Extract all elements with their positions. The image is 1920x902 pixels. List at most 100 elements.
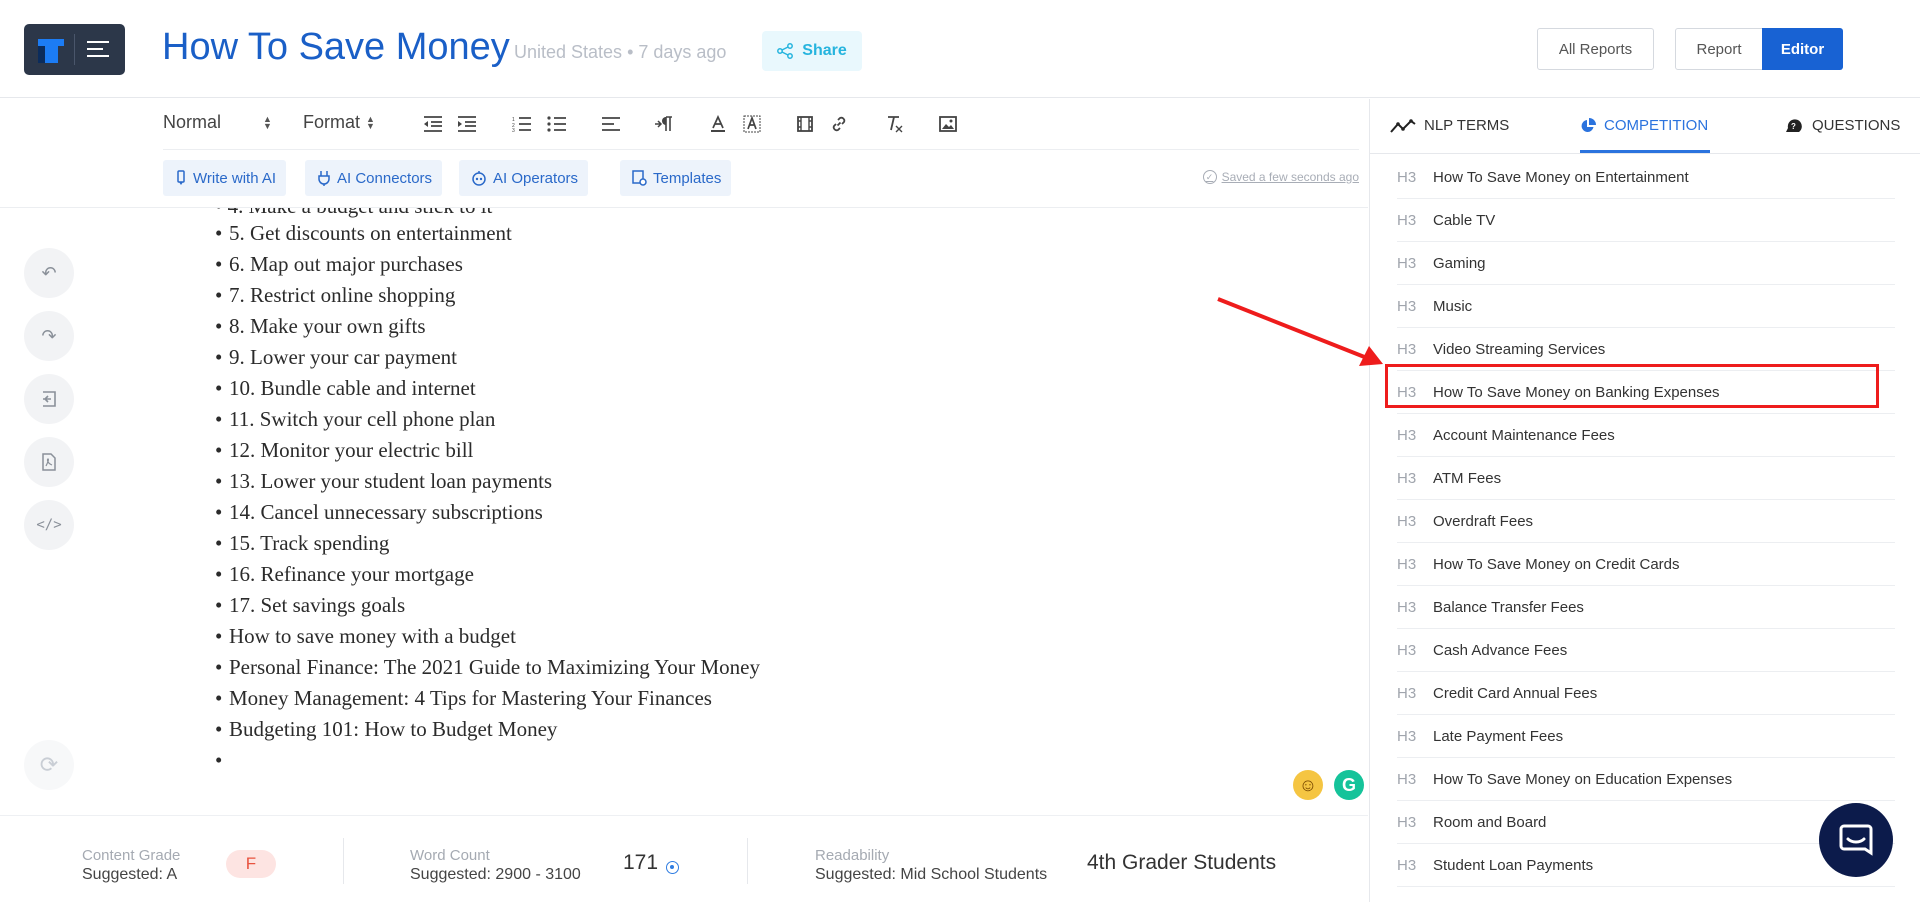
editor-button[interactable]: Editor: [1762, 28, 1843, 70]
grammarly-icon[interactable]: G: [1334, 770, 1364, 800]
document-list-item[interactable]: • 8. Make your own gifts: [215, 311, 760, 342]
content-grade-badge: F: [226, 850, 276, 878]
competitor-heading-row[interactable]: H3 ATM Fees: [1397, 457, 1895, 500]
heading-text: Cash Advance Fees: [1433, 641, 1568, 659]
share-label: Share: [802, 42, 847, 59]
heading-level-tag: H3: [1397, 770, 1417, 788]
competitor-heading-row[interactable]: H3 Overdraft Fees: [1397, 500, 1895, 543]
all-reports-button[interactable]: All Reports: [1537, 28, 1654, 70]
document-list-item[interactable]: • Personal Finance: The 2021 Guide to Max…: [215, 652, 760, 683]
video-icon[interactable]: [793, 112, 817, 136]
document-list-item[interactable]: • 12. Monitor your electric bill: [215, 435, 760, 466]
outdent-icon[interactable]: [421, 112, 445, 136]
app-logo-menu-button[interactable]: [24, 24, 125, 75]
ai-connectors-button[interactable]: AI Connectors: [305, 160, 443, 196]
stats-bar: Content Grade Suggested: A F Word Count …: [0, 815, 1368, 902]
document-list-item[interactable]: • 10. Bundle cable and internet: [215, 373, 760, 404]
tab-nlp-terms[interactable]: NLP TERMS: [1390, 117, 1509, 134]
document-list-item[interactable]: •: [215, 745, 760, 776]
align-left-icon[interactable]: [599, 112, 623, 136]
document-list-item[interactable]: • 16. Refinance your mortgage: [215, 559, 760, 590]
heading-level-tag: H3: [1397, 469, 1417, 487]
indent-icon[interactable]: [455, 112, 479, 136]
refresh-icon: ⟳: [39, 752, 59, 777]
competitor-heading-row[interactable]: H3 How To Save Money on Education Expense…: [1397, 758, 1895, 801]
document-list-item[interactable]: • 5. Get discounts on entertainment: [215, 218, 760, 249]
document-list-item[interactable]: • How to save money with a budget: [215, 621, 760, 652]
competitor-heading-row[interactable]: H3Tuition and Fees: [1397, 887, 1895, 902]
competitor-heading-row[interactable]: H3 How To Save Money on Credit Cards: [1397, 543, 1895, 586]
heading-level-tag: H3: [1397, 598, 1417, 616]
competitor-heading-row[interactable]: H3 Gaming: [1397, 242, 1895, 285]
document-list-item[interactable]: • 17. Set savings goals: [215, 590, 760, 621]
chat-support-button[interactable]: [1819, 803, 1893, 877]
bullet-marker: •: [215, 345, 223, 369]
emoji-reaction-icon[interactable]: ☺: [1293, 770, 1323, 800]
link-icon[interactable]: [827, 112, 851, 136]
ordered-list-icon[interactable]: 123: [510, 112, 534, 136]
competitor-heading-row[interactable]: H3 Balance Transfer Fees: [1397, 586, 1895, 629]
active-tab-indicator: [1580, 150, 1710, 153]
tab-competition[interactable]: COMPETITION: [1580, 117, 1708, 134]
tab-questions[interactable]: ? QUESTIONS: [1784, 117, 1900, 134]
competitor-heading-row[interactable]: H3 How To Save Money on Entertainment: [1397, 156, 1895, 199]
document-list-item[interactable]: • 14. Cancel unnecessary subscriptions: [215, 497, 760, 528]
document-list-item[interactable]: • 6. Map out major purchases: [215, 249, 760, 280]
write-with-ai-button[interactable]: Write with AI: [163, 160, 287, 196]
paragraph-style-select[interactable]: Normal ▲ ▼: [163, 112, 272, 133]
heading-level-tag: H3: [1397, 254, 1417, 272]
document-list-item[interactable]: • 13. Lower your student loan payments: [215, 466, 760, 497]
competitor-heading-row[interactable]: H3 Account Maintenance Fees: [1397, 414, 1895, 457]
heading-text: Overdraft Fees: [1433, 512, 1534, 530]
competitor-heading-row[interactable]: H3 Music: [1397, 285, 1895, 328]
bullet-list-icon[interactable]: [545, 112, 569, 136]
html-code-button[interactable]: </>: [24, 500, 74, 550]
text-direction-icon[interactable]: [652, 112, 676, 136]
document-list-item[interactable]: • Budgeting 101: How to Budget Money: [215, 714, 760, 745]
bullet-marker: •: [215, 283, 223, 307]
competitor-heading-row[interactable]: H3 Credit Card Annual Fees: [1397, 672, 1895, 715]
heading-text: Gaming: [1433, 254, 1486, 272]
heading-level-tag: H3: [1397, 168, 1417, 186]
competitor-heading-row[interactable]: H3 Late Payment Fees: [1397, 715, 1895, 758]
heading-text: How To Save Money on Credit Cards: [1433, 555, 1680, 573]
ai-pen-icon: [177, 170, 185, 185]
pdf-button[interactable]: [24, 437, 74, 487]
heading-text: How To Save Money on Entertainment: [1433, 168, 1689, 186]
clear-format-icon[interactable]: [883, 112, 907, 136]
document-list-item[interactable]: • 15. Track spending: [215, 528, 760, 559]
report-button[interactable]: Report: [1675, 28, 1763, 70]
word-count-value: 171: [623, 851, 659, 874]
document-bullet-list: • 5. Get discounts on entertainment • 6. Ma…: [215, 218, 760, 776]
document-list-item[interactable]: • 9. Lower your car payment: [215, 342, 760, 373]
document-list-item[interactable]: • 11. Switch your cell phone plan: [215, 404, 760, 435]
connector-icon: [318, 171, 330, 186]
document-editor[interactable]: • 4. Make a budget and stick to it •5. G…: [215, 208, 1355, 813]
share-button[interactable]: Share: [762, 31, 862, 71]
image-icon[interactable]: [936, 112, 960, 136]
heading-text: Room and Board: [1433, 813, 1547, 831]
menu-icon: [87, 41, 111, 59]
bullet-marker: •: [215, 376, 223, 400]
competitor-heading-row[interactable]: H3 Cash Advance Fees: [1397, 629, 1895, 672]
export-button[interactable]: [24, 374, 74, 424]
templates-button[interactable]: Templates: [620, 160, 732, 196]
undo-button[interactable]: ↶: [24, 248, 74, 298]
editor-side-tools: ↶ ↷ </>: [24, 248, 76, 563]
bullet-marker: •: [215, 252, 223, 276]
format-select[interactable]: Format ▲ ▼: [303, 112, 375, 133]
ai-tools-row: Write with AI AI Connectors AI Operators…: [163, 160, 1359, 196]
bullet-marker: •: [215, 500, 223, 524]
background-color-icon[interactable]: [740, 112, 764, 136]
font-color-icon[interactable]: [706, 112, 730, 136]
document-list-item[interactable]: • 7. Restrict online shopping: [215, 280, 760, 311]
select-caret-icon: ▲ ▼: [263, 114, 272, 132]
refresh-button[interactable]: ⟳: [24, 740, 74, 790]
target-icon[interactable]: [666, 861, 679, 874]
document-list-item[interactable]: • Money Management: 4 Tips for Mastering …: [215, 683, 760, 714]
competitor-heading-row[interactable]: H3 Cable TV: [1397, 199, 1895, 242]
heading-text: How To Save Money on Education Expenses: [1433, 770, 1733, 788]
ai-operators-button[interactable]: AI Operators: [459, 160, 589, 196]
bullet-marker: •: [215, 593, 223, 617]
redo-button[interactable]: ↷: [24, 311, 74, 361]
